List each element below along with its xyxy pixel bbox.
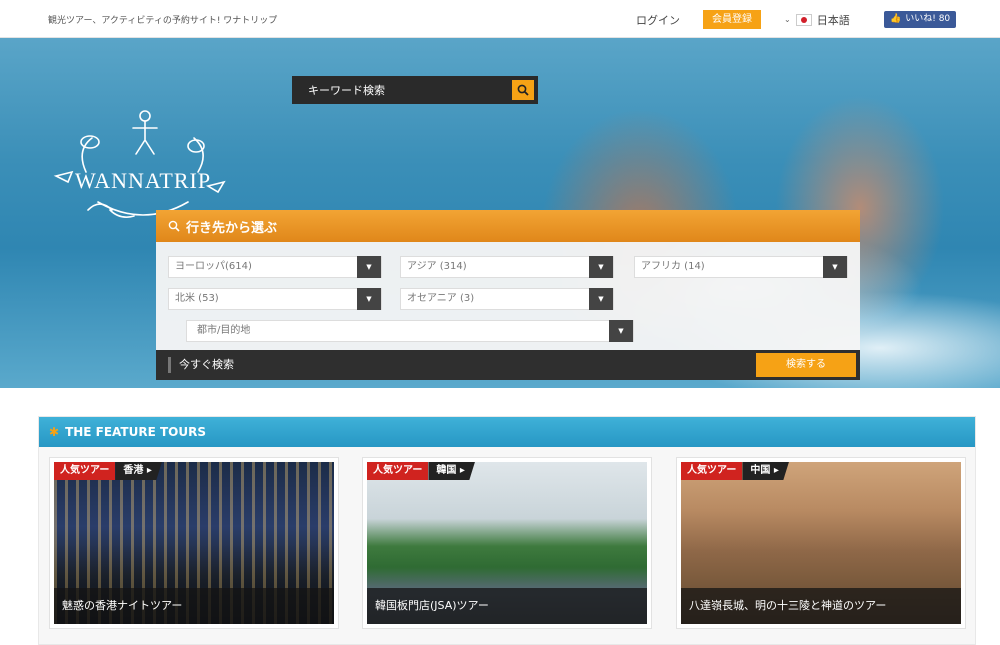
keyword-search-box: [292, 76, 538, 104]
search-icon: [168, 220, 180, 232]
tour-tag: 人気ツアー 中国 ▸: [681, 462, 789, 480]
select-asia[interactable]: アジア (314) ▼: [400, 256, 614, 278]
facebook-like-button[interactable]: 👍 いいね! 80: [884, 11, 957, 28]
select-city[interactable]: 都市/目的地 ▼: [186, 320, 634, 342]
hero-banner: WANNATRIP 行き先から選ぶ ヨーロッパ(614) ▼ アジア (314): [0, 38, 1000, 388]
select-europe[interactable]: ヨーロッパ(614) ▼: [168, 256, 382, 278]
thumbs-up-icon: 👍: [890, 14, 902, 24]
destination-panel: 行き先から選ぶ ヨーロッパ(614) ▼ アジア (314) ▼ アフリカ (1…: [156, 210, 860, 380]
chevron-down-icon: ▼: [609, 320, 633, 342]
login-link[interactable]: ログイン: [636, 12, 680, 28]
destination-panel-footer: 今すぐ検索 検索する: [156, 350, 860, 380]
region-label[interactable]: 中国 ▸: [742, 462, 789, 480]
select-africa[interactable]: アフリカ (14) ▼: [634, 256, 848, 278]
region-label[interactable]: 香港 ▸: [115, 462, 162, 480]
gear-icon: ✱: [49, 425, 60, 439]
select-city-value: 都市/目的地: [197, 325, 251, 336]
search-submit-button[interactable]: 検索する: [756, 353, 856, 377]
chevron-down-icon: ▼: [357, 256, 381, 278]
language-selector[interactable]: ⌄ 日本語: [784, 10, 850, 29]
tour-image-korea: 人気ツアー 韓国 ▸ 韓国板門店(JSA)ツアー: [367, 462, 647, 624]
chevron-down-icon: ▼: [589, 256, 613, 278]
tour-image-hongkong: 人気ツアー 香港 ▸ 魅惑の香港ナイトツアー: [54, 462, 334, 624]
flag-japan-icon: [795, 13, 812, 26]
popular-badge: 人気ツアー: [681, 462, 743, 480]
tour-card-korea[interactable]: 人気ツアー 韓国 ▸ 韓国板門店(JSA)ツアー: [362, 457, 652, 629]
like-label: いいね! 80: [905, 14, 951, 24]
search-icon: [517, 84, 529, 96]
select-africa-value: アフリカ (14): [641, 261, 705, 272]
search-now-label: 今すぐ検索: [168, 357, 234, 373]
tour-title[interactable]: 八達嶺長城、明の十三陵と神道のツアー: [681, 588, 961, 624]
register-button[interactable]: 会員登録: [703, 10, 761, 29]
chevron-down-icon: ▼: [357, 288, 381, 310]
feature-tours-section: ✱ THE FEATURE TOURS 人気ツアー 香港 ▸ 魅惑の香港ナイトツ…: [38, 416, 976, 645]
select-europe-value: ヨーロッパ(614): [175, 261, 252, 272]
popular-badge: 人気ツアー: [54, 462, 116, 480]
keyword-search-input[interactable]: [292, 76, 504, 104]
select-north-america-value: 北米 (53): [175, 293, 219, 304]
region-label[interactable]: 韓国 ▸: [428, 462, 475, 480]
chevron-down-icon: ⌄: [784, 15, 791, 24]
site-tagline: 観光ツアー、アクティビティの予約サイト! ワナトリップ: [48, 16, 278, 26]
feature-tours-header: ✱ THE FEATURE TOURS: [39, 417, 975, 447]
top-bar: 観光ツアー、アクティビティの予約サイト! ワナトリップ ログイン 会員登録 ⌄ …: [0, 0, 1000, 38]
language-label: 日本語: [816, 13, 850, 27]
tour-title[interactable]: 魅惑の香港ナイトツアー: [54, 588, 334, 624]
keyword-search-button[interactable]: [512, 80, 534, 100]
tour-card-china[interactable]: 人気ツアー 中国 ▸ 八達嶺長城、明の十三陵と神道のツアー: [676, 457, 966, 629]
feature-tours-title: THE FEATURE TOURS: [65, 425, 206, 439]
popular-badge: 人気ツアー: [367, 462, 429, 480]
destination-panel-title: 行き先から選ぶ: [186, 220, 278, 236]
chevron-down-icon: ▼: [589, 288, 613, 310]
tour-image-china: 人気ツアー 中国 ▸ 八達嶺長城、明の十三陵と神道のツアー: [681, 462, 961, 624]
select-north-america[interactable]: 北米 (53) ▼: [168, 288, 382, 310]
tour-card-hongkong[interactable]: 人気ツアー 香港 ▸ 魅惑の香港ナイトツアー: [49, 457, 339, 629]
select-oceania[interactable]: オセアニア (3) ▼: [400, 288, 614, 310]
logo-wordmark: WANNATRIP: [75, 168, 211, 193]
select-oceania-value: オセアニア (3): [407, 293, 475, 304]
select-asia-value: アジア (314): [407, 261, 467, 272]
chevron-down-icon: ▼: [823, 256, 847, 278]
tour-tag: 人気ツアー 韓国 ▸: [367, 462, 475, 480]
tour-tag: 人気ツアー 香港 ▸: [54, 462, 162, 480]
destination-selects: ヨーロッパ(614) ▼ アジア (314) ▼ アフリカ (14) ▼ 北米 …: [156, 242, 860, 350]
tour-title[interactable]: 韓国板門店(JSA)ツアー: [367, 588, 647, 624]
destination-panel-header: 行き先から選ぶ: [156, 210, 860, 242]
